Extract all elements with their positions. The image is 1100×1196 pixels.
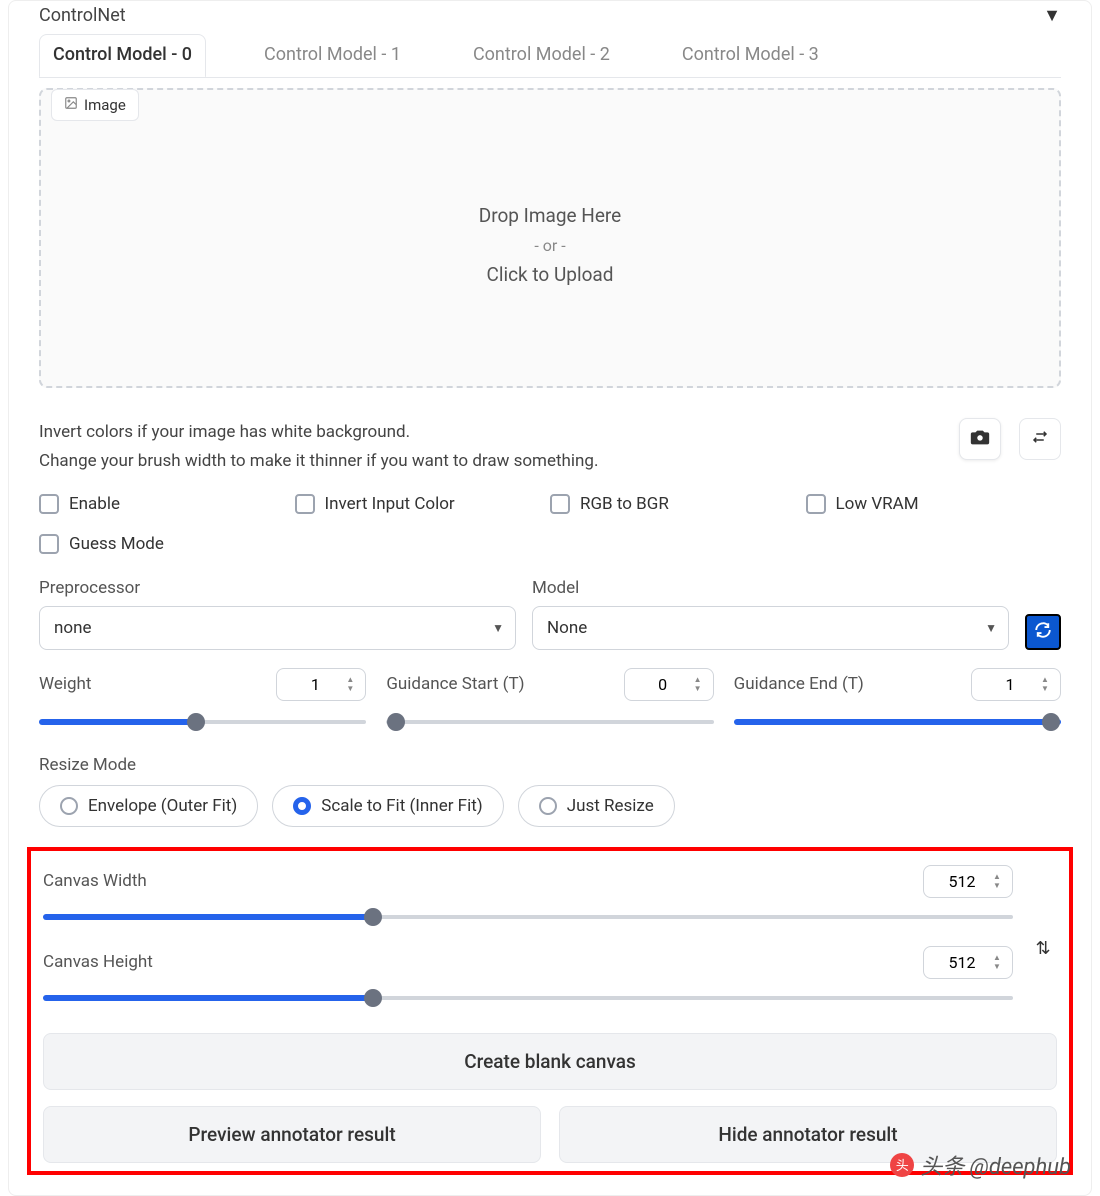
camera-icon (969, 426, 991, 452)
gend-label: Guidance End (T) (734, 674, 864, 694)
checkbox-rgb-bgr[interactable]: RGB to BGR (550, 494, 806, 514)
panel-title: ControlNet (39, 5, 126, 26)
image-subtab[interactable]: Image (51, 89, 139, 121)
canvas-height-slider[interactable] (43, 987, 1013, 1009)
drop-line1: Drop Image Here (41, 200, 1059, 232)
canvas-highlight-box: Canvas Width ▲▼ Canvas Height ▲▼ (27, 847, 1073, 1175)
refresh-icon (1034, 621, 1052, 643)
spinner-icon[interactable]: ▲▼ (346, 671, 362, 698)
swap-horizontal-button[interactable] (1019, 418, 1061, 460)
collapse-toggle-icon[interactable]: ▼ (1043, 5, 1061, 26)
tab-control-model-2[interactable]: Control Model - 2 (459, 34, 624, 77)
resize-mode-label: Resize Mode (39, 755, 1061, 775)
drop-text: Drop Image Here - or - Click to Upload (41, 90, 1059, 292)
refresh-model-button[interactable] (1025, 614, 1061, 650)
spinner-icon[interactable]: ▲▼ (1041, 671, 1057, 698)
swap-dimensions-button[interactable]: ⇅ (1029, 935, 1057, 963)
checkbox-enable[interactable]: Enable (39, 494, 295, 514)
drop-line2: Click to Upload (41, 259, 1059, 291)
spinner-icon[interactable]: ▲▼ (694, 671, 710, 698)
radio-just-resize[interactable]: Just Resize (518, 785, 675, 827)
gstart-slider[interactable] (386, 711, 713, 733)
gend-slider[interactable] (734, 711, 1061, 733)
checkbox-invert-input[interactable]: Invert Input Color (295, 494, 551, 514)
gstart-label: Guidance Start (T) (386, 674, 524, 694)
camera-button[interactable] (959, 418, 1001, 460)
tab-control-model-3[interactable]: Control Model - 3 (668, 34, 833, 77)
canvas-width-slider[interactable] (43, 906, 1013, 928)
checkbox-row: Enable Invert Input Color RGB to BGR Low… (39, 494, 1061, 554)
swap-horizontal-icon (1031, 428, 1049, 450)
tab-control-model-1[interactable]: Control Model - 1 (250, 34, 415, 77)
create-blank-canvas-button[interactable]: Create blank canvas (43, 1033, 1057, 1090)
model-select[interactable]: None (532, 606, 1009, 650)
radio-envelope[interactable]: Envelope (Outer Fit) (39, 785, 258, 827)
checkbox-low-vram[interactable]: Low VRAM (806, 494, 1062, 514)
hint-text: Invert colors if your image has white ba… (39, 418, 598, 476)
canvas-width-label: Canvas Width (43, 871, 147, 891)
swap-vertical-icon: ⇅ (1035, 938, 1050, 959)
model-label: Model (532, 578, 1009, 598)
preview-annotator-button[interactable]: Preview annotator result (43, 1106, 541, 1163)
model-tabs: Control Model - 0 Control Model - 1 Cont… (39, 34, 1061, 78)
weight-label: Weight (39, 674, 91, 694)
controlnet-panel: ControlNet ▼ Control Model - 0 Control M… (8, 0, 1092, 1196)
image-subtab-label: Image (84, 96, 126, 114)
image-drop-zone[interactable]: Image Drop Image Here - or - Click to Up… (39, 88, 1061, 388)
checkbox-guess-mode[interactable]: Guess Mode (39, 534, 295, 554)
spinner-icon[interactable]: ▲▼ (993, 868, 1009, 895)
spinner-icon[interactable]: ▲▼ (993, 949, 1009, 976)
tab-control-model-0[interactable]: Control Model - 0 (39, 34, 206, 77)
canvas-height-label: Canvas Height (43, 952, 153, 972)
preprocessor-label: Preprocessor (39, 578, 516, 598)
preprocessor-select[interactable]: none (39, 606, 516, 650)
weight-slider[interactable] (39, 711, 366, 733)
image-icon (64, 96, 78, 114)
watermark: 头 头条 @deephub (890, 1149, 1071, 1181)
drop-or: - or - (41, 232, 1059, 259)
watermark-icon: 头 (890, 1153, 914, 1177)
radio-scale-fit[interactable]: Scale to Fit (Inner Fit) (272, 785, 503, 827)
